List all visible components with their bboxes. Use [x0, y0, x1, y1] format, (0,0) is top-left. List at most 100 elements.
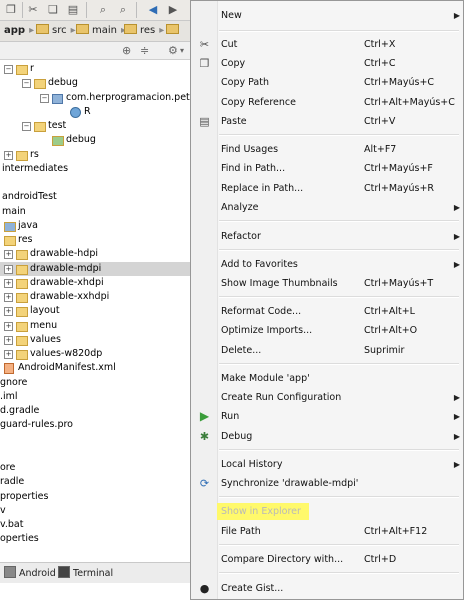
breadcrumb-res[interactable]: res ▸ — [124, 24, 164, 38]
breadcrumb-label: app — [4, 25, 26, 36]
copy-file-icon[interactable]: ❏ — [46, 3, 60, 17]
tree-item[interactable]: + drawable-mdpi — [0, 261, 200, 276]
tree-item[interactable]: guard-rules.pro — [0, 418, 200, 432]
menu-item-file-path[interactable]: File Path Ctrl+Alt+F12 — [192, 522, 462, 541]
menu-item-paste[interactable]: ▤ Paste Ctrl+V — [192, 112, 462, 131]
tree-item[interactable]: res — [0, 233, 200, 247]
tree-item[interactable]: properties — [0, 490, 200, 504]
menu-item-run[interactable]: ▶ Run ▶ — [192, 407, 462, 426]
locate-icon[interactable]: ⊕ — [122, 43, 131, 58]
menu-item-find-in-path[interactable]: Find in Path... Ctrl+Mayús+F — [192, 159, 462, 178]
menu-item-copy-path[interactable]: Copy Path Ctrl+Mayús+C — [192, 73, 462, 92]
tree-item[interactable]: + layout — [0, 304, 200, 318]
chevron-down-icon[interactable]: ▾ — [180, 43, 184, 58]
breadcrumb-app[interactable]: app ▸ — [4, 24, 34, 38]
tree-item[interactable]: androidTest — [0, 190, 200, 204]
folder-icon — [4, 236, 16, 246]
menu-item-show-in-explorer[interactable]: Show in Explorer — [192, 502, 462, 521]
expand-icon[interactable]: + — [4, 321, 13, 331]
tree-item[interactable]: R — [0, 105, 200, 119]
paste-icon[interactable]: ▤ — [66, 3, 80, 17]
tree-item[interactable]: + menu — [0, 319, 200, 333]
tree-item[interactable]: intermediates — [0, 162, 200, 176]
tab-android[interactable]: Android — [4, 566, 56, 581]
cut-icon[interactable]: ✂ — [26, 3, 40, 17]
menu-shortcut: Ctrl+Alt+O — [364, 325, 418, 336]
tree-item[interactable]: main — [0, 205, 200, 219]
menu-item-add-to-favorites[interactable]: Add to Favorites ▶ — [192, 255, 462, 274]
menu-item-reformat-code[interactable]: Reformat Code... Ctrl+Alt+L — [192, 302, 462, 321]
expand-icon[interactable]: + — [4, 278, 13, 288]
collapse-icon[interactable]: − — [4, 65, 13, 74]
back-arrow-icon[interactable]: ◀ — [146, 3, 160, 17]
tree-item[interactable]: ore — [0, 461, 200, 475]
menu-item-analyze[interactable]: Analyze ▶ — [192, 198, 462, 217]
breadcrumb-src[interactable]: src ▸ — [36, 24, 76, 38]
tree-item[interactable]: .iml — [0, 390, 200, 404]
expand-icon[interactable]: + — [4, 307, 13, 317]
menu-item-refactor[interactable]: Refactor ▶ — [192, 227, 462, 246]
tree-item-label: guard-rules.pro — [0, 419, 73, 431]
collapse-icon[interactable]: − — [40, 93, 49, 103]
menu-item-show-thumbnails[interactable]: Show Image Thumbnails Ctrl+Mayús+T — [192, 274, 462, 293]
expand-icon[interactable]: + — [4, 264, 13, 274]
tree-item[interactable]: + rs — [0, 148, 200, 162]
forward-arrow-icon[interactable]: ▶ — [166, 3, 180, 17]
tree-item[interactable]: + values-w820dp — [0, 347, 200, 361]
tree-item[interactable]: v — [0, 504, 200, 518]
menu-item-copy-reference[interactable]: Copy Reference Ctrl+Alt+Mayús+C — [192, 93, 462, 112]
tree-item[interactable]: − test — [0, 119, 200, 133]
tree-item[interactable]: + drawable-hdpi — [0, 247, 200, 261]
menu-item-create-run-config[interactable]: Create Run Configuration ▶ — [192, 388, 462, 407]
tree-item-label: res — [18, 234, 33, 245]
tree-item-label: r — [30, 63, 34, 74]
breadcrumb: app▸ src▸ main▸ res▸ — [0, 21, 200, 42]
menu-item-replace-in-path[interactable]: Replace in Path... Ctrl+Mayús+R — [192, 179, 462, 198]
tree-item[interactable]: − debug — [0, 76, 200, 90]
tree-item[interactable]: AndroidManifest.xml — [0, 361, 200, 375]
copy-icon[interactable]: ❐ — [4, 3, 18, 17]
menu-item-find-usages[interactable]: Find Usages Alt+F7 — [192, 140, 462, 159]
tree-item[interactable]: − r — [0, 62, 200, 76]
menu-item-copy[interactable]: ❐ Copy Ctrl+C — [192, 54, 462, 73]
menu-item-compare-directory[interactable]: Compare Directory with... Ctrl+D — [192, 550, 462, 569]
expand-icon[interactable]: + — [4, 250, 13, 260]
collapse-icon[interactable]: − — [22, 122, 31, 131]
breadcrumb-drawable[interactable] — [166, 24, 182, 38]
tree-item[interactable]: − com.herprogramacion.petmo — [0, 91, 205, 105]
menu-item-local-history[interactable]: Local History ▶ — [192, 455, 462, 474]
tree-item[interactable]: + drawable-xhdpi — [0, 276, 200, 290]
tree-item[interactable]: + drawable-xxhdpi — [0, 290, 200, 304]
menu-item-debug[interactable]: ✱ Debug ▶ — [192, 427, 462, 446]
tree-item[interactable]: radle — [0, 475, 200, 489]
expand-icon[interactable]: + — [4, 293, 13, 302]
tree-item[interactable]: operties — [0, 532, 200, 546]
tree-item[interactable]: gnore — [0, 376, 200, 390]
menu-item-make-module[interactable]: Make Module 'app' — [192, 369, 462, 388]
menu-item-new[interactable]: New ▶ — [192, 6, 462, 25]
breadcrumb-main[interactable]: main▸ — [76, 24, 126, 38]
replace-icon[interactable]: ⌕ — [116, 3, 130, 17]
menu-item-synchronize[interactable]: ⟳ Synchronize 'drawable-mdpi' — [192, 474, 462, 493]
tree-item[interactable]: v.bat — [0, 518, 200, 532]
collapse-icon[interactable]: ≑ — [140, 43, 149, 58]
menu-item-cut[interactable]: ✂ Cut Ctrl+X — [192, 35, 462, 54]
expand-icon[interactable]: + — [4, 350, 13, 359]
expand-icon[interactable]: + — [4, 335, 13, 345]
gear-icon[interactable]: ⚙ — [168, 43, 178, 58]
tree-item[interactable]: java — [0, 219, 200, 233]
tree-item[interactable]: + values — [0, 333, 200, 347]
copy-icon: ❐ — [199, 57, 210, 70]
tab-terminal[interactable]: Terminal — [58, 566, 113, 581]
menu-item-delete[interactable]: Delete... Suprimir — [192, 341, 462, 360]
find-icon[interactable]: ⌕ — [96, 3, 110, 17]
collapse-icon[interactable]: − — [22, 79, 31, 89]
expand-icon[interactable]: + — [4, 150, 13, 160]
menu-item-create-gist[interactable]: ● Create Gist... — [192, 579, 462, 598]
menu-item-optimize-imports[interactable]: Optimize Imports... Ctrl+Alt+O — [192, 321, 462, 340]
run-icon: ▶ — [199, 409, 210, 423]
tree-item[interactable]: debug — [0, 133, 200, 147]
tree-item[interactable]: d.gradle — [0, 404, 200, 418]
